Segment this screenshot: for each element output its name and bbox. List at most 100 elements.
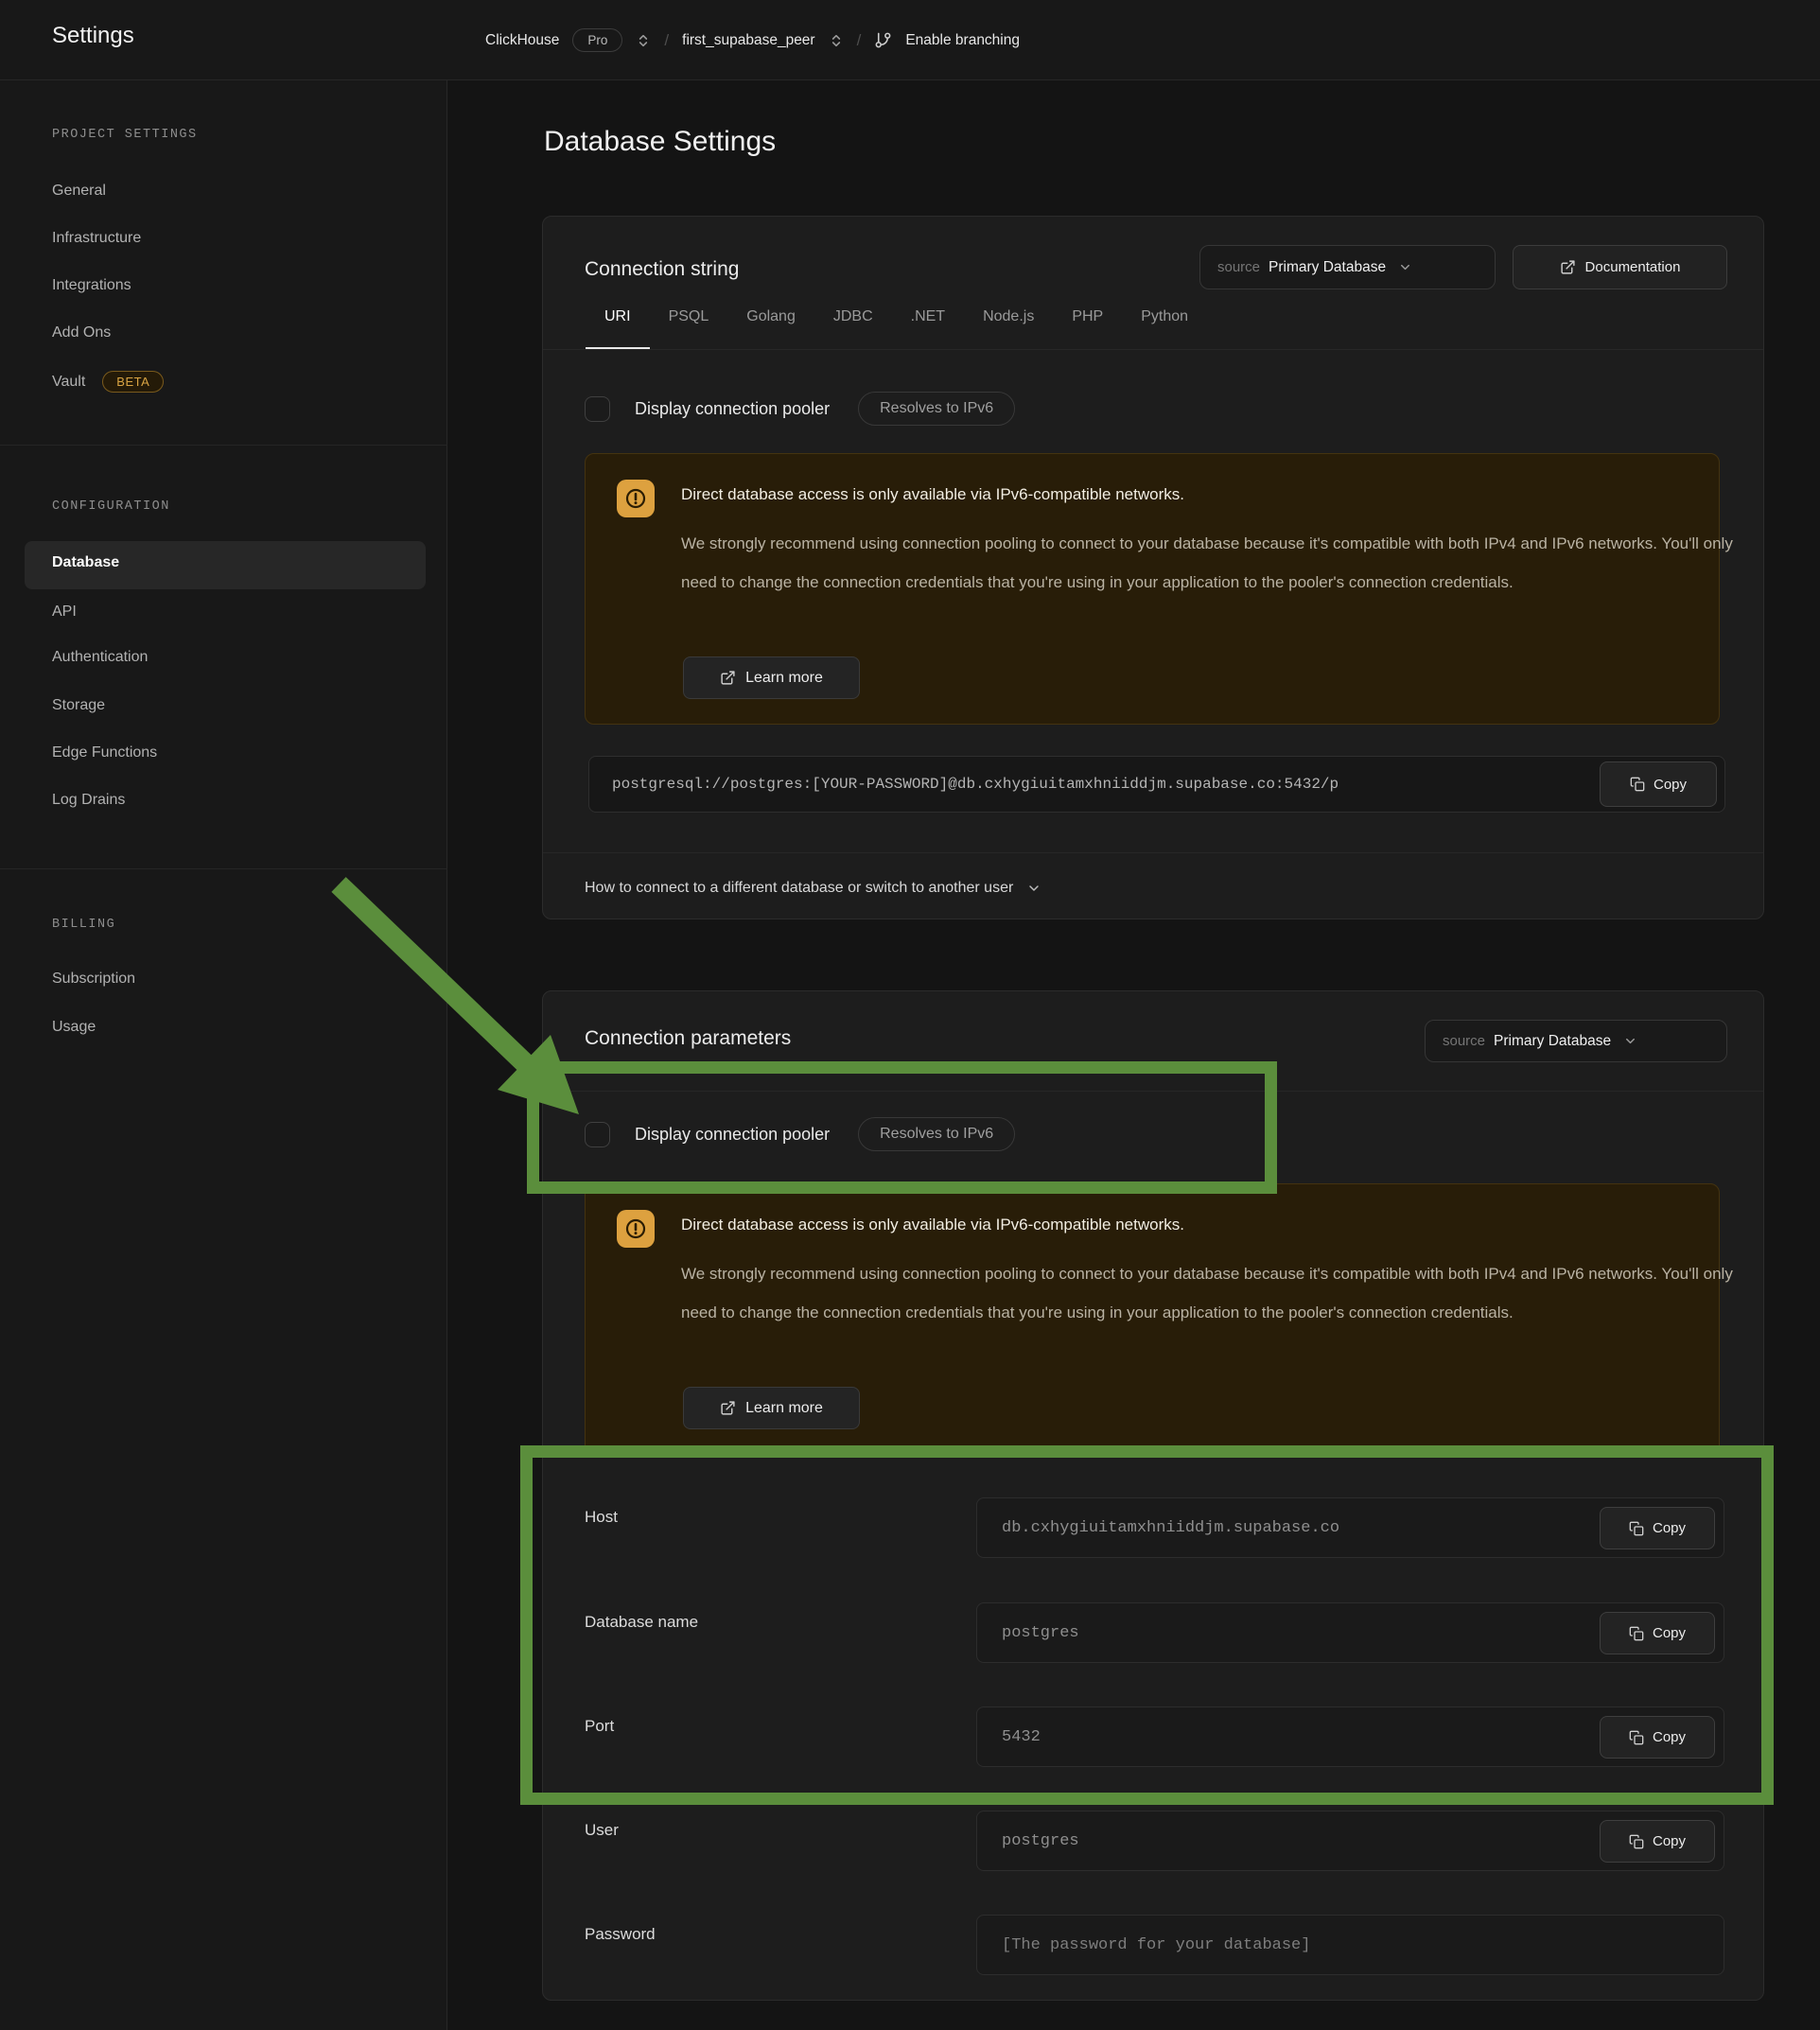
copy-icon (1630, 777, 1645, 792)
connection-uri-value: postgresql://postgres:[YOUR-PASSWORD]@db… (612, 776, 1339, 793)
warning-icon (617, 480, 655, 517)
source-select[interactable]: source Primary Database (1199, 245, 1496, 289)
copy-icon (1629, 1730, 1644, 1745)
copy-host-button[interactable]: Copy (1600, 1507, 1715, 1549)
chevron-down-icon (1398, 260, 1412, 274)
copy-icon (1629, 1521, 1644, 1536)
display-connection-pooler-checkbox[interactable] (585, 1122, 610, 1147)
sidebar-item-api[interactable]: API (52, 604, 77, 621)
warning-body: We strongly recommend using connection p… (681, 524, 1759, 602)
tab-php[interactable]: PHP (1053, 308, 1122, 349)
breadcrumb-org[interactable]: ClickHouse (485, 32, 559, 49)
sidebar-item-label: Vault (52, 374, 85, 391)
sidebar-item-log-drains[interactable]: Log Drains (52, 792, 125, 809)
breadcrumb-separator: / (664, 31, 669, 50)
page-title: Database Settings (544, 126, 776, 158)
tab-jdbc[interactable]: JDBC (814, 308, 892, 349)
display-connection-pooler-checkbox[interactable] (585, 396, 610, 422)
sidebar: PROJECT SETTINGS General Infrastructure … (0, 80, 447, 2030)
sidebar-item-usage[interactable]: Usage (52, 1019, 96, 1036)
documentation-button[interactable]: Documentation (1513, 245, 1727, 289)
sidebar-item-integrations[interactable]: Integrations (52, 277, 131, 294)
enable-branching-button[interactable]: Enable branching (905, 32, 1020, 49)
connection-parameters-card: Connection parameters source Primary Dat… (542, 990, 1764, 2001)
tab-nodejs[interactable]: Node.js (964, 308, 1053, 349)
card-divider (543, 1091, 1763, 1092)
copy-label: Copy (1653, 1625, 1686, 1641)
chevrons-up-down-icon[interactable] (829, 33, 844, 48)
source-select[interactable]: source Primary Database (1425, 1020, 1727, 1062)
tab-uri[interactable]: URI (586, 308, 650, 349)
tab-golang[interactable]: Golang (727, 308, 814, 349)
host-value: db.cxhygiuitamxhniiddjm.supabase.co (1002, 1519, 1339, 1537)
top-bar: Settings ClickHouse Pro / first_supabase… (0, 0, 1820, 80)
ipv6-warning-banner: Direct database access is only available… (585, 1183, 1720, 1455)
connect-help-disclosure[interactable]: How to connect to a different database o… (585, 869, 1041, 907)
chevron-down-icon (1623, 1034, 1637, 1048)
copy-label: Copy (1653, 1729, 1686, 1745)
chevrons-up-down-icon[interactable] (636, 33, 651, 48)
learn-more-button[interactable]: Learn more (683, 656, 860, 699)
source-select-label: source (1217, 259, 1260, 275)
sidebar-item-vault[interactable]: Vault BETA (52, 371, 164, 393)
chevron-down-icon (1026, 881, 1041, 896)
sidebar-item-authentication[interactable]: Authentication (52, 649, 148, 666)
tab-psql[interactable]: PSQL (650, 308, 728, 349)
pooler-checkbox-label: Display connection pooler (635, 399, 830, 419)
source-select-label: source (1443, 1033, 1485, 1049)
breadcrumb-project[interactable]: first_supabase_peer (682, 32, 814, 49)
documentation-label: Documentation (1585, 259, 1681, 275)
sidebar-item-database[interactable]: Database (52, 554, 119, 571)
copy-icon (1629, 1626, 1644, 1641)
sidebar-item-edge-functions[interactable]: Edge Functions (52, 744, 157, 761)
source-select-value: Primary Database (1269, 259, 1386, 276)
external-link-icon (720, 1400, 736, 1416)
connection-string-card: Connection string source Primary Databas… (542, 216, 1764, 919)
password-placeholder: [The password for your database] (1002, 1936, 1310, 1954)
port-value: 5432 (1002, 1728, 1041, 1746)
sidebar-item-add-ons[interactable]: Add Ons (52, 324, 111, 341)
user-value: postgres (1002, 1832, 1079, 1850)
pooler-toggle-row: Display connection pooler Resolves to IP… (585, 1117, 1015, 1151)
resolves-to-ipv6-badge: Resolves to IPv6 (858, 392, 1015, 426)
warning-title: Direct database access is only available… (681, 485, 1184, 504)
copy-label: Copy (1654, 777, 1687, 793)
database-name-value: postgres (1002, 1624, 1079, 1642)
sidebar-divider (0, 868, 447, 869)
copy-port-button[interactable]: Copy (1600, 1716, 1715, 1759)
tab-dotnet[interactable]: .NET (892, 308, 964, 349)
app-root: Settings ClickHouse Pro / first_supabase… (0, 0, 1820, 2030)
copy-database-name-button[interactable]: Copy (1600, 1612, 1715, 1654)
section-label-billing: BILLING (52, 918, 115, 932)
ipv6-warning-banner: Direct database access is only available… (585, 453, 1720, 725)
copy-uri-button[interactable]: Copy (1600, 761, 1717, 807)
sidebar-item-general[interactable]: General (52, 183, 106, 200)
plan-badge: Pro (572, 28, 622, 52)
warning-body: We strongly recommend using connection p… (681, 1254, 1759, 1332)
learn-more-button[interactable]: Learn more (683, 1387, 860, 1429)
section-label-configuration: CONFIGURATION (52, 499, 170, 514)
card-title: Connection string (585, 258, 739, 281)
learn-more-label: Learn more (745, 1400, 823, 1417)
tabs-divider (543, 349, 1763, 350)
sidebar-item-infrastructure[interactable]: Infrastructure (52, 230, 141, 247)
copy-user-button[interactable]: Copy (1600, 1820, 1715, 1863)
sidebar-item-subscription[interactable]: Subscription (52, 971, 135, 988)
connection-uri-field[interactable]: postgresql://postgres:[YOUR-PASSWORD]@db… (588, 756, 1725, 813)
external-link-icon (1560, 259, 1576, 275)
database-name-label: Database name (585, 1613, 698, 1632)
external-link-icon (720, 670, 736, 686)
main-content: Database Settings Connection string sour… (447, 80, 1820, 2030)
password-label: Password (585, 1925, 656, 1944)
warning-title: Direct database access is only available… (681, 1216, 1184, 1234)
user-label: User (585, 1821, 619, 1840)
sidebar-item-storage[interactable]: Storage (52, 697, 105, 714)
copy-label: Copy (1653, 1833, 1686, 1849)
tab-python[interactable]: Python (1122, 308, 1207, 349)
git-branch-icon (874, 31, 892, 49)
learn-more-label: Learn more (745, 670, 823, 687)
breadcrumb-separator: / (857, 31, 862, 50)
copy-label: Copy (1653, 1520, 1686, 1536)
warning-icon (617, 1210, 655, 1248)
password-field[interactable]: [The password for your database] (976, 1915, 1724, 1975)
